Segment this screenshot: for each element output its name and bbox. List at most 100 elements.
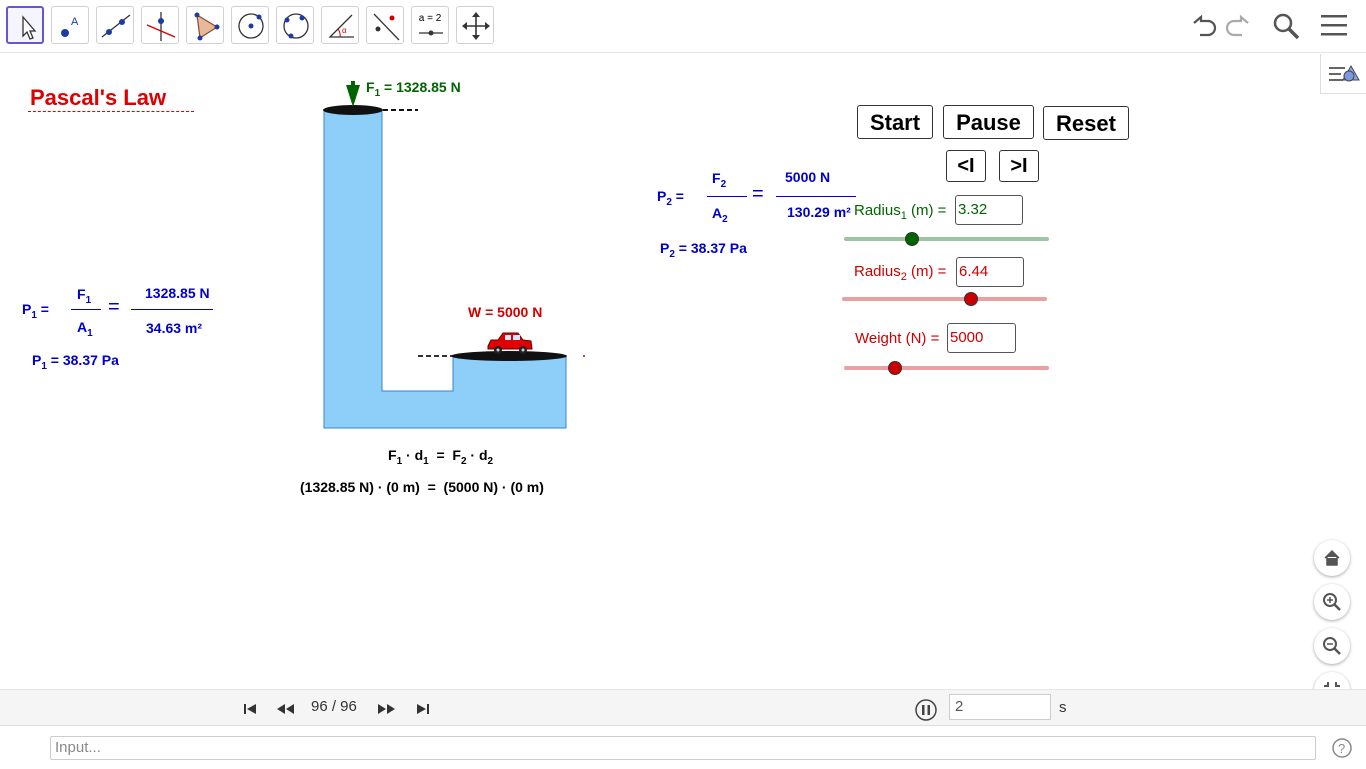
- polygon-tool[interactable]: [186, 6, 224, 44]
- f2-numerator: F2: [712, 170, 726, 190]
- fast-forward-icon[interactable]: [376, 702, 398, 716]
- f2-subscript: 2: [720, 179, 727, 190]
- menu-icon[interactable]: [1318, 10, 1350, 42]
- step-forward-button[interactable]: >I: [999, 150, 1039, 182]
- a2-denominator: A2: [712, 205, 728, 225]
- p1-symbol: P: [22, 301, 32, 317]
- pause-animation-icon[interactable]: [914, 698, 938, 722]
- radius2-input[interactable]: 6.44: [956, 257, 1024, 287]
- reset-button[interactable]: Reset: [1043, 106, 1129, 140]
- radius2-label: Radius2 (m) =: [854, 263, 947, 283]
- perpendicular-line-tool[interactable]: [141, 6, 179, 44]
- a1-subscript: 1: [87, 328, 93, 339]
- fraction-line-2: [131, 309, 213, 310]
- radius2-label-text: Radius: [854, 263, 901, 280]
- radius1-slider-track[interactable]: [844, 237, 1049, 241]
- angle-icon: α: [328, 14, 354, 38]
- force-symbol: F: [366, 79, 375, 95]
- svg-text:A: A: [71, 16, 79, 28]
- equals-sign-2: =: [752, 183, 764, 205]
- weight-slider-track[interactable]: [844, 366, 1049, 370]
- weight-slider-knob[interactable]: [888, 361, 903, 375]
- help-icon[interactable]: ?: [1331, 737, 1353, 759]
- work-d1-sub: 1: [423, 456, 429, 467]
- fraction-line-4: [776, 196, 856, 197]
- f2-value: 5000 N: [785, 169, 831, 185]
- move-tool[interactable]: [6, 6, 44, 44]
- animation-speed-input[interactable]: 2: [949, 694, 1051, 720]
- first-frame-icon[interactable]: [242, 702, 258, 716]
- redo-icon[interactable]: [1224, 10, 1256, 42]
- f1-numerator: F1: [77, 286, 91, 306]
- rewind-icon[interactable]: [275, 702, 297, 716]
- work-d2-sub: 2: [487, 456, 494, 467]
- p1-result-symbol: P: [32, 352, 42, 368]
- line-icon: [101, 14, 131, 38]
- input-bar: Input... ?: [0, 725, 1366, 769]
- zoom-in-button[interactable]: [1314, 584, 1350, 620]
- f1-subscript: 1: [85, 295, 92, 306]
- circle-center-icon: [238, 13, 264, 39]
- a2-symbol: A: [712, 205, 723, 221]
- slider-tool-label: a = 2: [418, 13, 442, 24]
- weight-slider-label: Weight (N) =: [855, 330, 940, 347]
- polygon-icon: [194, 12, 220, 41]
- weight-input[interactable]: 5000: [947, 323, 1016, 353]
- radius2-label-sub: 2: [900, 271, 907, 283]
- zoom-out-icon: [1323, 637, 1341, 655]
- p2-result-value: = 38.37 Pa: [674, 240, 747, 256]
- line-tool[interactable]: [96, 6, 134, 44]
- circle-tool[interactable]: [231, 6, 269, 44]
- a1-symbol: A: [77, 319, 88, 335]
- animation-bar: 96 / 96 2 s: [0, 689, 1366, 726]
- force-label: F1 = 1328.85 N: [366, 79, 461, 99]
- a1-denominator: A1: [77, 319, 93, 339]
- hydraulic-container: [323, 81, 585, 429]
- work-f2-sub: 2: [460, 456, 467, 467]
- perpendicular-icon: [146, 12, 176, 41]
- move-graphics-tool[interactable]: [456, 6, 494, 44]
- search-icon[interactable]: [1270, 10, 1302, 42]
- cursor-arrow-icon: [22, 15, 37, 40]
- svg-text:?: ?: [1338, 741, 1345, 756]
- radius2-label-suffix: (m) =: [906, 263, 947, 280]
- force-subscript: 1: [374, 88, 381, 99]
- undo-icon[interactable]: [1186, 10, 1218, 42]
- graphics-view[interactable]: Pascal's Law F1 = 1328.85 N W = 5000 N P…: [0, 53, 1366, 708]
- work-f1-sub: 1: [396, 456, 403, 467]
- reflect-tool[interactable]: [366, 6, 404, 44]
- radius2-slider-knob[interactable]: [964, 292, 979, 306]
- home-button[interactable]: [1314, 540, 1350, 576]
- fraction-line-1: [71, 309, 101, 310]
- point-tool[interactable]: A: [51, 6, 89, 44]
- input-field[interactable]: Input...: [50, 736, 1316, 760]
- radius2-slider-track[interactable]: [842, 297, 1047, 301]
- speed-unit: s: [1059, 699, 1067, 716]
- start-button[interactable]: Start: [857, 105, 933, 139]
- work-f2: F: [452, 447, 461, 463]
- radius1-input[interactable]: 3.32: [955, 195, 1023, 225]
- work-d2: · d: [466, 447, 488, 463]
- pause-button[interactable]: Pause: [943, 105, 1034, 139]
- fraction-line-3: [707, 196, 747, 197]
- last-frame-icon[interactable]: [415, 702, 431, 716]
- p2-result-subscript: 2: [669, 249, 675, 260]
- car-icon: [487, 332, 533, 354]
- step-back-button[interactable]: <I: [946, 150, 986, 182]
- radius1-slider-knob[interactable]: [904, 232, 919, 246]
- f1-symbol: F: [77, 286, 86, 302]
- p1-result: P1 = 38.37 Pa: [32, 352, 119, 372]
- slider-tool[interactable]: a = 2: [411, 6, 449, 44]
- p1-equals: =: [36, 301, 49, 317]
- circle-three-points-tool[interactable]: [276, 6, 314, 44]
- p2-result-symbol: P: [660, 240, 670, 256]
- svg-text:α: α: [342, 26, 347, 35]
- reflect-icon: [373, 13, 400, 41]
- radius1-label: Radius1 (m) =: [854, 202, 946, 222]
- zoom-out-button[interactable]: [1314, 628, 1350, 664]
- angle-tool[interactable]: α: [321, 6, 359, 44]
- circle-three-points-icon: [283, 13, 309, 39]
- a2-subscript: 2: [722, 214, 728, 225]
- f2-symbol: F: [712, 170, 721, 186]
- p2-result: P2 = 38.37 Pa: [660, 240, 747, 260]
